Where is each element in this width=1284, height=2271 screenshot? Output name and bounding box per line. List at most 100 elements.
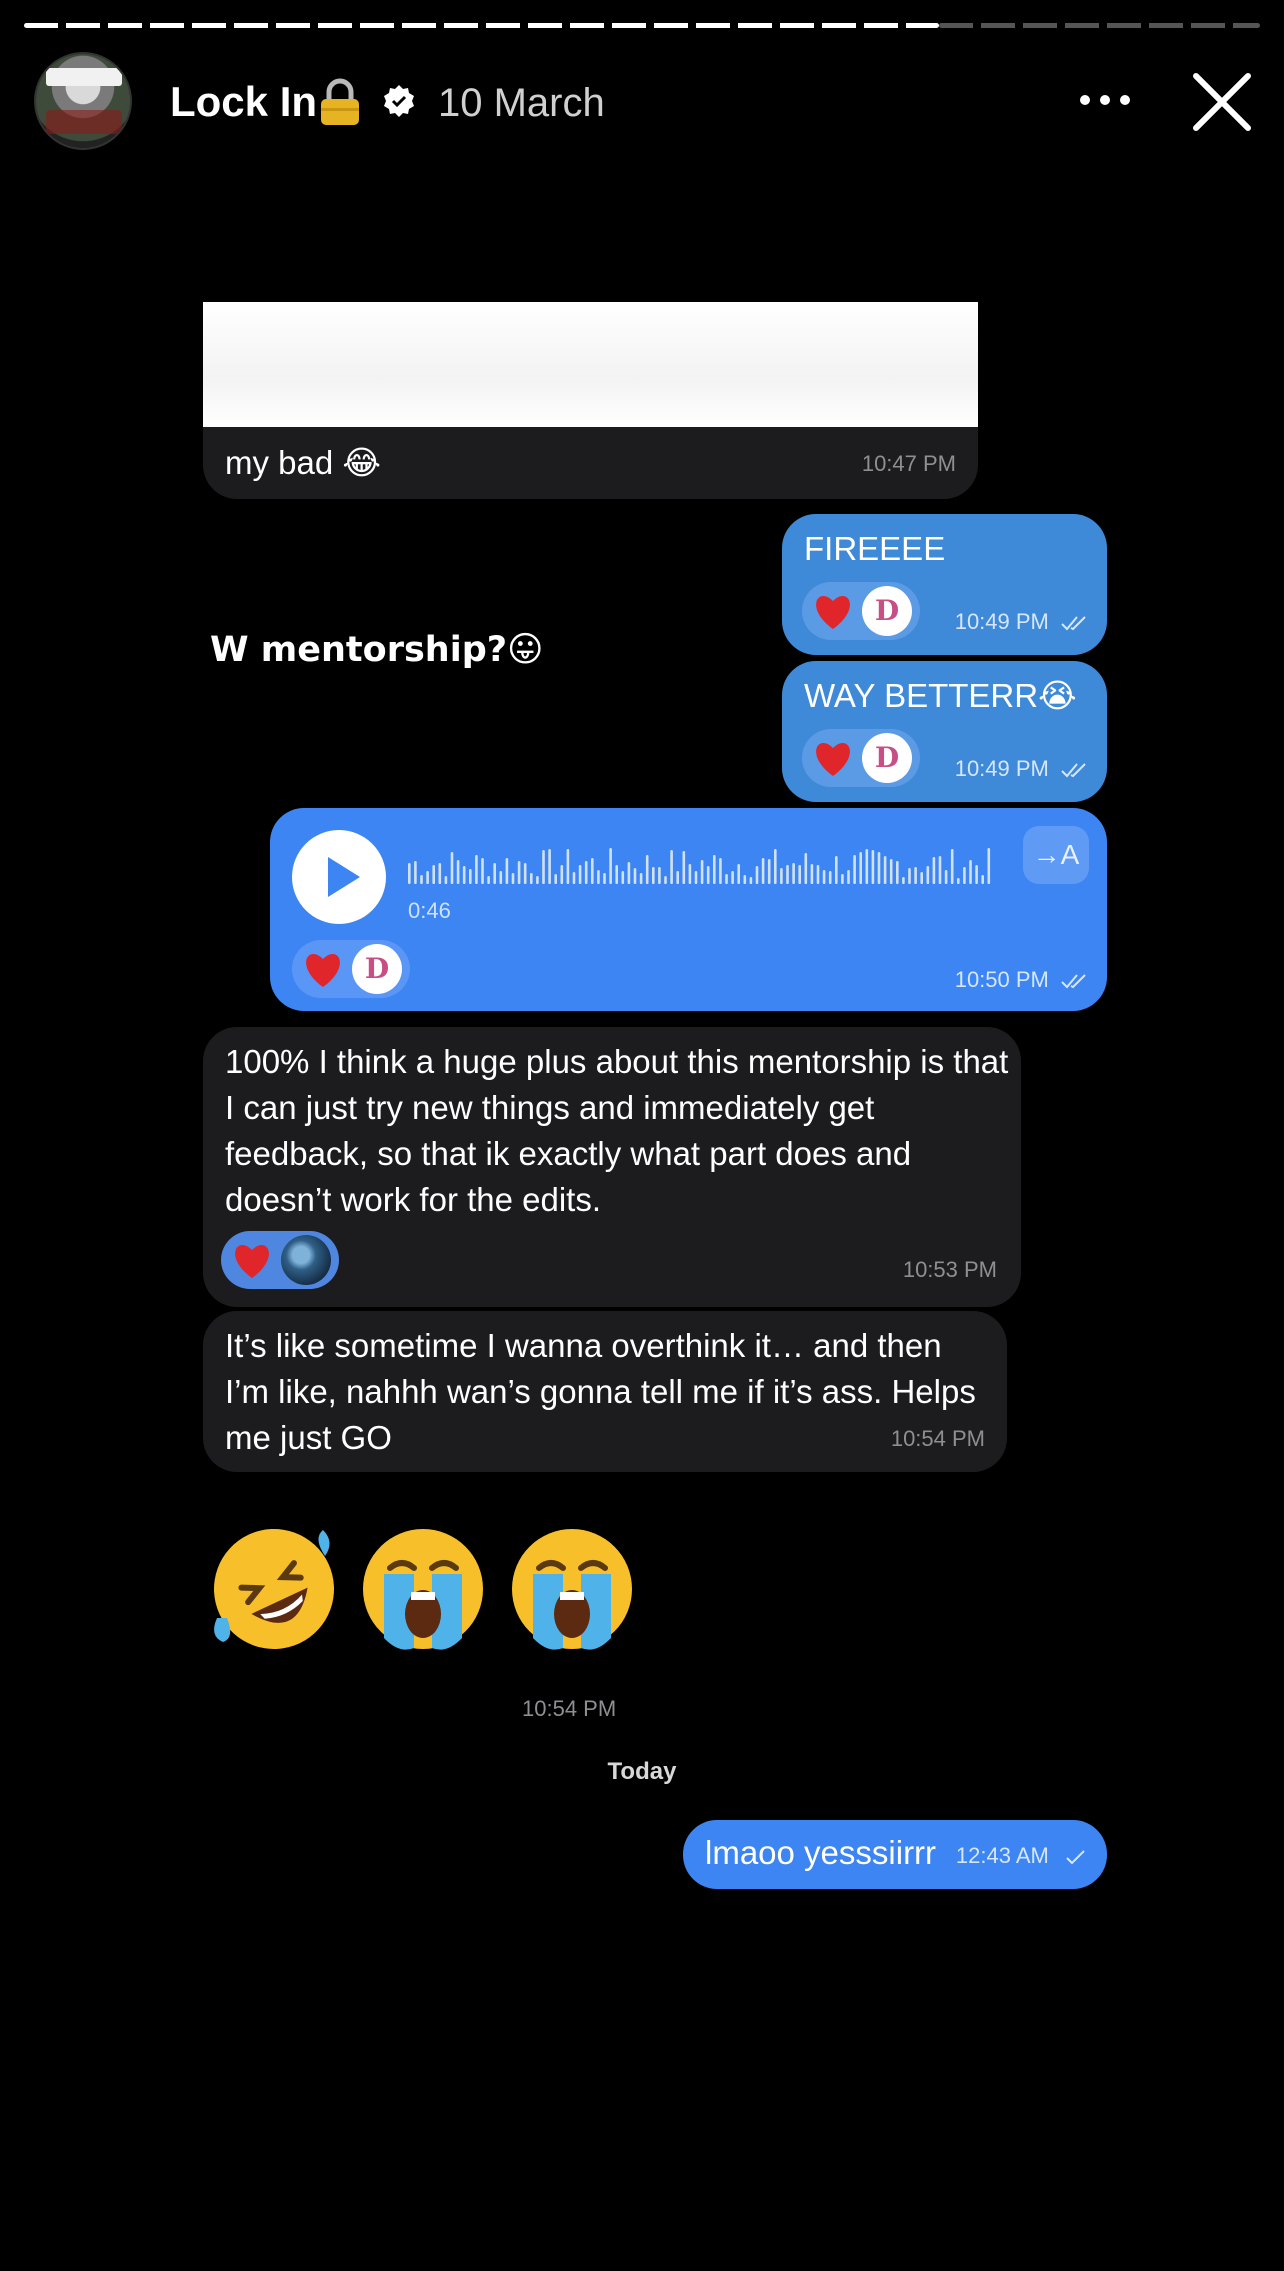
waveform-bar	[749, 877, 753, 884]
message-outgoing[interactable]: lmaoo yesssiirrr 12:43 AM	[683, 1820, 1107, 1889]
waveform-bar	[566, 849, 570, 884]
waveform-bar	[560, 865, 564, 884]
day-separator: Today	[607, 1758, 677, 1785]
double-check-icon	[1061, 763, 1086, 778]
message-time: 10:54 PM	[522, 1696, 617, 1721]
waveform-bar	[725, 874, 728, 884]
reactor-avatar	[281, 1235, 331, 1285]
waveform-bar	[871, 850, 875, 884]
waveform-bar	[841, 874, 844, 884]
lock-icon	[321, 78, 359, 125]
waveform-bar	[743, 875, 747, 884]
close-icon[interactable]	[1190, 70, 1254, 134]
waveform-bar	[462, 866, 466, 884]
rofl-emoji[interactable]	[207, 1522, 341, 1656]
play-icon	[328, 857, 360, 897]
waveform-bar	[591, 858, 594, 884]
message-incoming[interactable]: 100% I think a huge plus about this ment…	[203, 1027, 1021, 1307]
reaction-pill[interactable]: D	[802, 582, 920, 640]
reactor-avatar: D	[352, 944, 402, 994]
waveform-bar	[621, 871, 625, 884]
waveform-bar	[706, 866, 710, 884]
waveform-bar	[975, 865, 978, 884]
waveform-bar	[889, 859, 893, 884]
waveform-bar	[969, 860, 972, 884]
message-time: 10:53 PM	[902, 1257, 997, 1282]
waveform-bar	[926, 866, 930, 884]
story-title[interactable]: Lock In	[170, 76, 317, 128]
waveform-bar	[920, 872, 923, 884]
waveform-bar	[883, 856, 887, 884]
waveform-bar	[523, 863, 527, 884]
waveform-bar	[481, 858, 484, 884]
waveform-bar	[536, 876, 539, 884]
waveform-bar	[572, 872, 576, 884]
waveform-bar	[456, 860, 460, 884]
waveform-bar	[902, 877, 905, 884]
waveform-bar	[761, 858, 765, 884]
waveform-bar	[426, 871, 429, 884]
waveform-bar	[835, 856, 838, 884]
waveform-bar	[987, 848, 991, 884]
waveform-bar	[633, 868, 637, 884]
waveform-bar	[664, 876, 667, 884]
message-time: 10:50 PM	[955, 957, 1089, 1003]
play-button[interactable]	[292, 830, 386, 924]
story-progress-bar	[24, 23, 1260, 28]
image-preview[interactable]	[203, 302, 978, 427]
message-outgoing[interactable]: FIREEEE D 10:49 PM	[782, 514, 1107, 655]
message-outgoing[interactable]: WAY BETTERR😭 D 10:49 PM	[782, 661, 1107, 802]
waveform-bar	[828, 871, 832, 884]
waveform-bar	[804, 853, 808, 884]
waveform-bar	[652, 867, 655, 884]
reaction-pill[interactable]	[221, 1231, 339, 1289]
loudly-crying-emoji[interactable]	[505, 1522, 639, 1656]
reaction-pill[interactable]: D	[292, 940, 410, 998]
waveform-bar	[786, 865, 789, 884]
heart-icon	[300, 946, 346, 992]
reaction-pill[interactable]: D	[802, 729, 920, 787]
waveform-bar	[408, 863, 411, 884]
voice-duration: 0:46	[408, 898, 451, 923]
waveform-bar	[737, 864, 740, 884]
waveform-bar	[822, 870, 826, 884]
message-time: 10:47 PM	[861, 451, 956, 476]
message-text: FIREEEE	[804, 530, 946, 567]
waveform-bar	[615, 865, 618, 884]
waveform-bar	[688, 864, 692, 884]
loudly-crying-emoji[interactable]	[356, 1522, 490, 1656]
voice-message[interactable]: 0:46 →A D 10:50 PM	[270, 808, 1107, 1011]
waveform-bar	[530, 873, 533, 884]
message-incoming[interactable]: my bad 😂 10:47 PM	[203, 302, 978, 499]
more-icon[interactable]	[1078, 92, 1132, 108]
progress-remaining	[939, 23, 1260, 28]
waveform-bar	[676, 871, 679, 884]
waveform-bar	[609, 848, 612, 884]
message-incoming[interactable]: It’s like sometime I wanna overthink it……	[203, 1311, 1007, 1472]
waveform-bar	[774, 849, 777, 884]
waveform-bar	[554, 874, 557, 884]
waveform-bar	[682, 851, 686, 884]
message-time: 12:43 AM	[956, 1833, 1089, 1879]
waveform-bar	[944, 870, 948, 884]
waveform-bar	[780, 868, 783, 884]
waveform-bar	[731, 871, 734, 884]
waveform-bar	[432, 865, 435, 884]
waveform-bar	[694, 871, 698, 884]
avatar[interactable]	[34, 52, 132, 150]
waveform-bar	[645, 855, 649, 884]
waveform-bar	[517, 861, 521, 884]
waveform-bar	[798, 865, 801, 884]
heart-icon	[229, 1237, 275, 1283]
transcribe-button[interactable]: →A	[1023, 826, 1089, 884]
waveform-bar	[767, 859, 771, 884]
reactor-avatar: D	[862, 733, 912, 783]
voice-waveform[interactable]	[408, 844, 998, 888]
waveform-bar	[810, 864, 814, 884]
heart-icon	[810, 735, 856, 781]
waveform-bar	[627, 862, 631, 884]
waveform-bar	[700, 860, 704, 884]
reactor-avatar: D	[862, 586, 912, 636]
waveform-bar	[963, 867, 966, 884]
waveform-bar	[847, 870, 850, 884]
